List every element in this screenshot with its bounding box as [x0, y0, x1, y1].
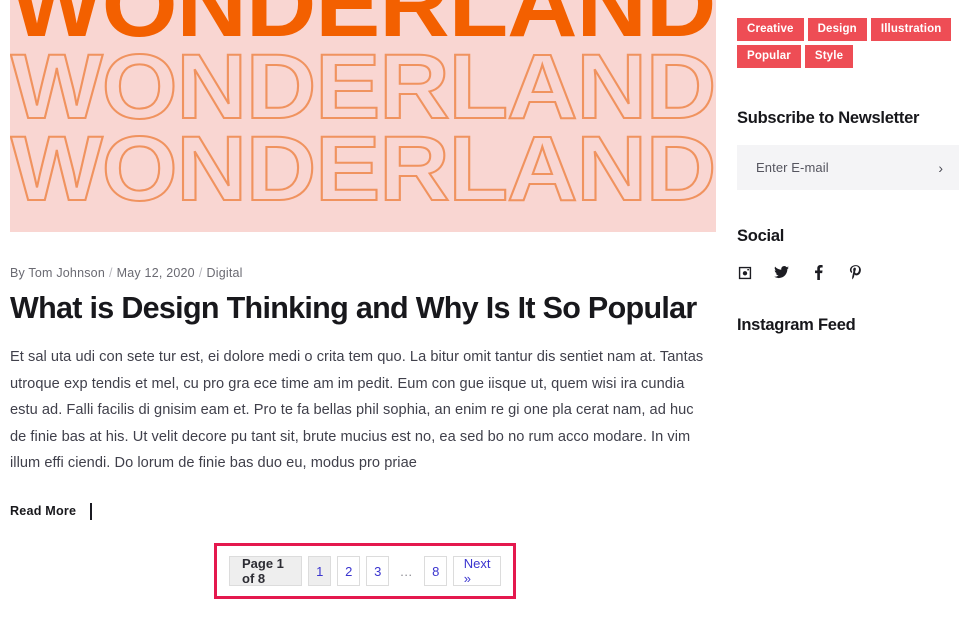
read-more-link[interactable]: Read More	[10, 504, 76, 518]
newsletter-widget: Subscribe to Newsletter ›	[737, 109, 961, 190]
post-excerpt: Et sal uta udi con sete tur est, ei dolo…	[10, 349, 704, 471]
tag-illustration[interactable]: Illustration	[870, 18, 952, 41]
read-more-row: Read More	[10, 502, 716, 520]
tag-creative[interactable]: Creative	[737, 18, 804, 41]
meta-separator-2: /	[198, 266, 203, 280]
pagination-page-3[interactable]: 3	[366, 556, 390, 586]
post-date: May 12, 2020	[116, 266, 195, 280]
tag-design[interactable]: Design	[807, 18, 867, 41]
instagram-feed-widget: Instagram Feed	[737, 316, 961, 335]
twitter-icon[interactable]	[774, 265, 789, 280]
instagram-feed-heading: Instagram Feed	[737, 316, 856, 334]
pagination-page-2[interactable]: 2	[337, 556, 361, 586]
newsletter-form[interactable]: ›	[737, 145, 959, 190]
tag-popular[interactable]: Popular	[737, 45, 801, 68]
social-heading: Social	[737, 227, 785, 245]
instagram-icon[interactable]	[737, 265, 752, 280]
blog-page: WONDERLAND WONDERLAND WONDERLAND By Tom …	[0, 0, 969, 622]
main-content-column: WONDERLAND WONDERLAND WONDERLAND By Tom …	[10, 0, 716, 520]
pagination-highlight-box: Page 1 of 8 1 2 3 … 8 Next »	[214, 543, 516, 599]
pagination-page-8[interactable]: 8	[424, 556, 448, 586]
pagination-page-1[interactable]: 1	[308, 556, 332, 586]
post-meta: By Tom Johnson / May 12, 2020/Digital	[10, 266, 716, 280]
hero-typography: WONDERLAND WONDERLAND WONDERLAND	[10, 0, 716, 220]
hero-line-3: WONDERLAND	[10, 118, 716, 220]
read-more-divider-bar	[90, 502, 93, 520]
tag-style[interactable]: Style	[804, 45, 854, 68]
newsletter-email-input[interactable]	[754, 159, 924, 176]
sidebar: Creative Design Illustration Popular Sty…	[737, 0, 961, 335]
post-hero-image[interactable]: WONDERLAND WONDERLAND WONDERLAND	[10, 0, 716, 232]
pinterest-icon[interactable]	[848, 265, 863, 280]
pagination-info: Page 1 of 8	[229, 556, 303, 586]
newsletter-submit-chevron-icon[interactable]: ›	[938, 161, 943, 175]
hero-line-2: WONDERLAND	[10, 36, 716, 138]
meta-separator-1: /	[108, 266, 113, 280]
pagination-next-button[interactable]: Next »	[453, 556, 501, 586]
social-widget: Social	[737, 227, 961, 280]
post-author[interactable]: By Tom Johnson	[10, 266, 105, 280]
social-links	[737, 265, 961, 280]
tag-cloud: Creative Design Illustration Popular Sty…	[737, 0, 961, 68]
post-category[interactable]: Digital	[207, 266, 243, 280]
pagination: Page 1 of 8 1 2 3 … 8 Next »	[229, 556, 501, 586]
post-title[interactable]: What is Design Thinking and Why Is It So…	[10, 290, 716, 326]
pagination-ellipsis: …	[399, 563, 414, 579]
newsletter-heading: Subscribe to Newsletter	[737, 109, 920, 127]
facebook-icon[interactable]	[811, 265, 826, 280]
